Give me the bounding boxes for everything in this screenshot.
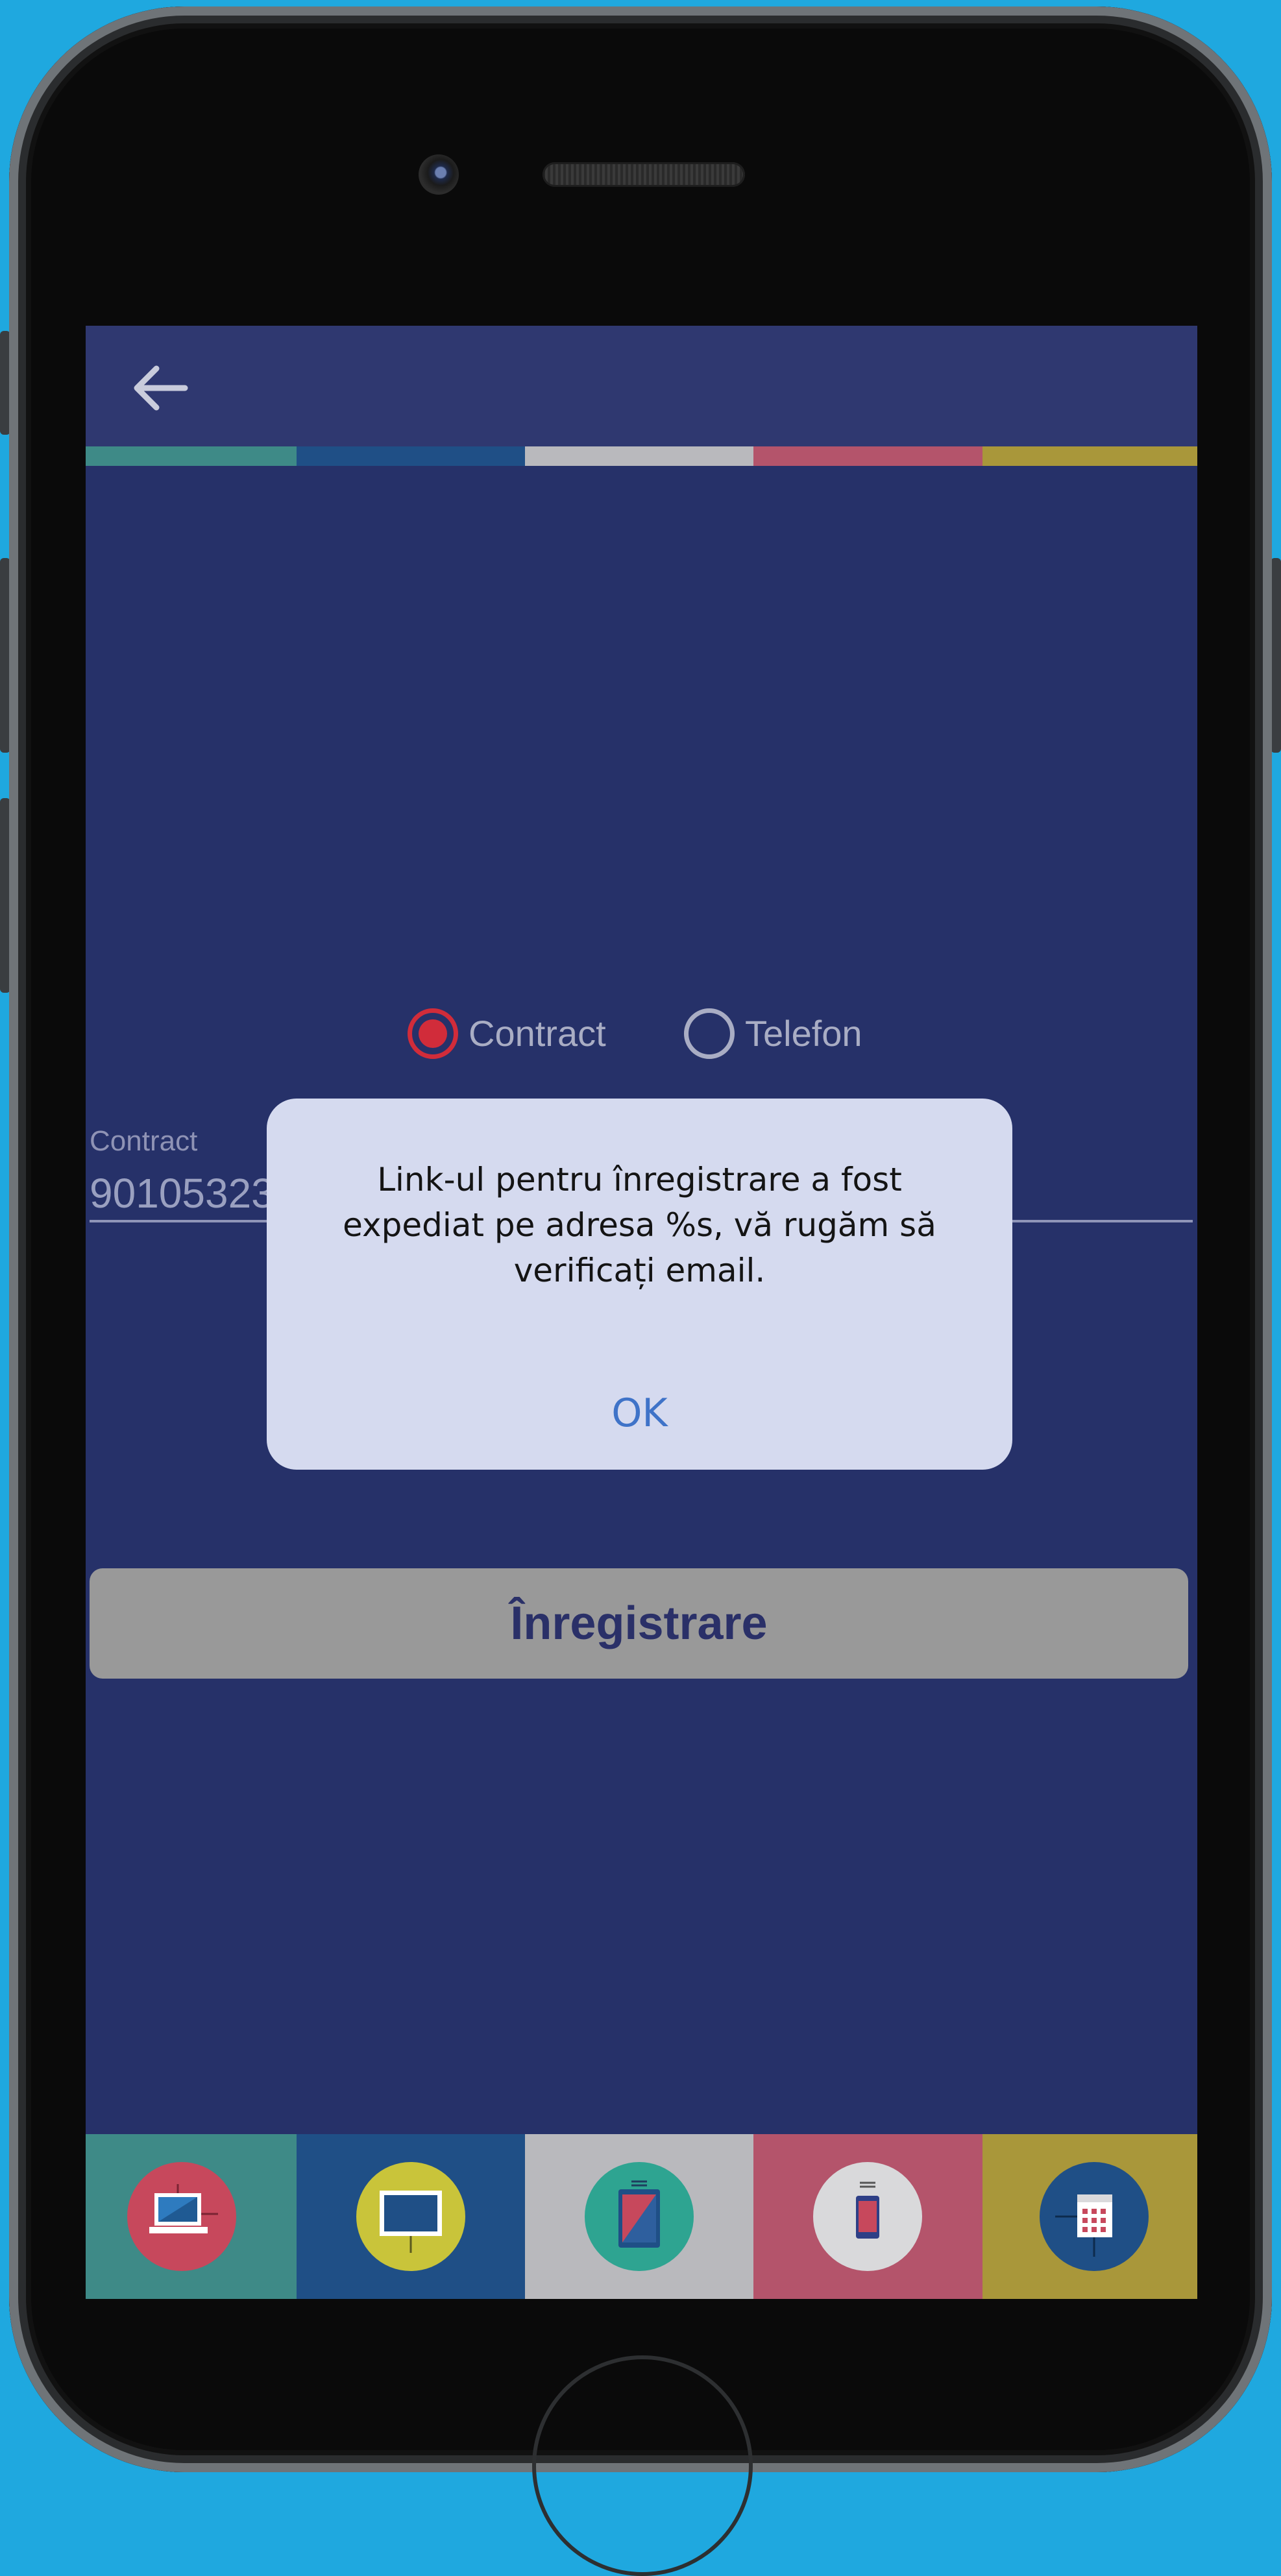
dialog-ok-button[interactable]: OK	[267, 1378, 1012, 1449]
color-stripe-5	[982, 446, 1197, 466]
landline-phone-icon	[1055, 2194, 1112, 2257]
contract-field-label: Contract	[90, 1125, 198, 1157]
register-button[interactable]: Înregistrare	[90, 1568, 1188, 1679]
tab-monitor[interactable]	[297, 2134, 525, 2299]
radio-label-telefon: Telefon	[745, 1013, 862, 1054]
radio-label-contract: Contract	[469, 1013, 606, 1054]
tab-laptop[interactable]	[86, 2134, 297, 2299]
tab-icon-circle	[585, 2162, 694, 2271]
home-button	[532, 2355, 753, 2576]
front-camera	[419, 154, 459, 195]
dialog-message: Link-ul pentru înregistrare a fost exped…	[343, 1161, 936, 1289]
radio-unselected-icon	[684, 1008, 735, 1059]
tab-icon-circle	[356, 2162, 465, 2271]
laptop-icon	[149, 2184, 218, 2233]
app-bar	[86, 326, 1197, 446]
tab-tablet[interactable]	[525, 2134, 753, 2299]
tablet-icon	[618, 2180, 660, 2248]
color-stripe-4	[753, 446, 982, 466]
alert-dialog: Link-ul pentru înregistrare a fost exped…	[267, 1099, 1012, 1470]
earpiece-speaker	[543, 162, 745, 187]
tab-phone[interactable]	[753, 2134, 982, 2299]
color-stripe-3	[525, 446, 753, 466]
power-button	[1271, 558, 1281, 753]
tab-icon-circle	[1040, 2162, 1149, 2271]
app-screen: Contract Telefon Contract 90105323 Înreg…	[86, 326, 1197, 2299]
login-type-selector: Contract Telefon	[86, 1001, 1197, 1065]
back-button[interactable]	[125, 356, 196, 420]
tab-icon-circle	[127, 2162, 236, 2271]
radio-selected-icon	[408, 1008, 458, 1059]
monitor-icon	[380, 2191, 442, 2253]
bottom-tab-bar	[86, 2134, 1197, 2299]
arrow-left-icon	[134, 365, 188, 411]
tab-landline[interactable]	[982, 2134, 1197, 2299]
phone-icon	[856, 2181, 879, 2239]
color-stripe-1	[86, 446, 297, 466]
color-stripe-2	[297, 446, 525, 466]
tab-icon-circle	[813, 2162, 922, 2271]
phone-frame: Contract Telefon Contract 90105323 Înreg…	[0, 0, 1281, 2576]
